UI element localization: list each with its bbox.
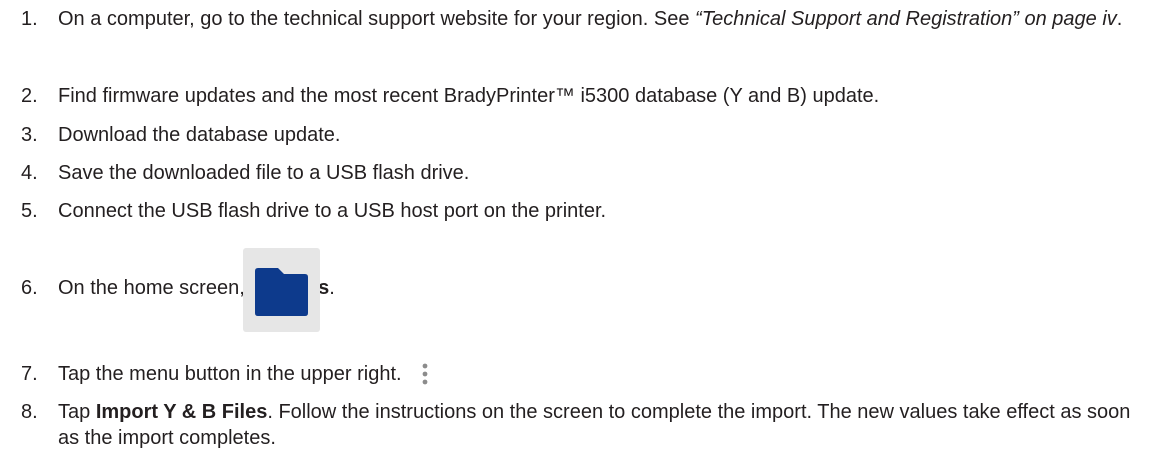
cross-reference-link[interactable]: “Technical Support and Registration” on …	[695, 8, 1117, 30]
step-number: 6.	[21, 277, 38, 299]
step-text: On the home screen, tap Files.	[58, 275, 1153, 301]
step-text-part: On a computer, go to the technical suppo…	[58, 8, 696, 30]
step-text: On a computer, go to the technical suppo…	[58, 6, 1153, 32]
import-y-b-files-label: Import Y & B Files	[95, 401, 268, 423]
more-vertical-icon[interactable]	[421, 361, 429, 387]
step-text-part: Tap	[58, 401, 96, 423]
step-number: 5.	[21, 200, 38, 222]
files-app-tile[interactable]	[243, 248, 320, 332]
folder-icon	[255, 268, 308, 316]
step-text: Tap Import Y & B Files. Follow the instr…	[58, 399, 1153, 451]
step-number: 4.	[21, 162, 38, 184]
step-number: 8.	[21, 401, 38, 423]
step-text-part: .	[1116, 8, 1123, 30]
step-text: Tap the menu button in the upper right.	[58, 363, 402, 385]
step-number: 2.	[21, 85, 38, 107]
step-text: Save the downloaded file to a USB flash …	[58, 162, 470, 184]
step-number: 7.	[21, 363, 38, 385]
step-text: Connect the USB flash drive to a USB hos…	[58, 200, 607, 222]
step-text-part: .	[329, 277, 335, 299]
step-number: 3.	[21, 124, 38, 146]
step-text: Find firmware updates and the most recen…	[58, 85, 880, 107]
step-number: 1.	[21, 8, 38, 30]
step-text: Download the database update.	[58, 124, 341, 146]
